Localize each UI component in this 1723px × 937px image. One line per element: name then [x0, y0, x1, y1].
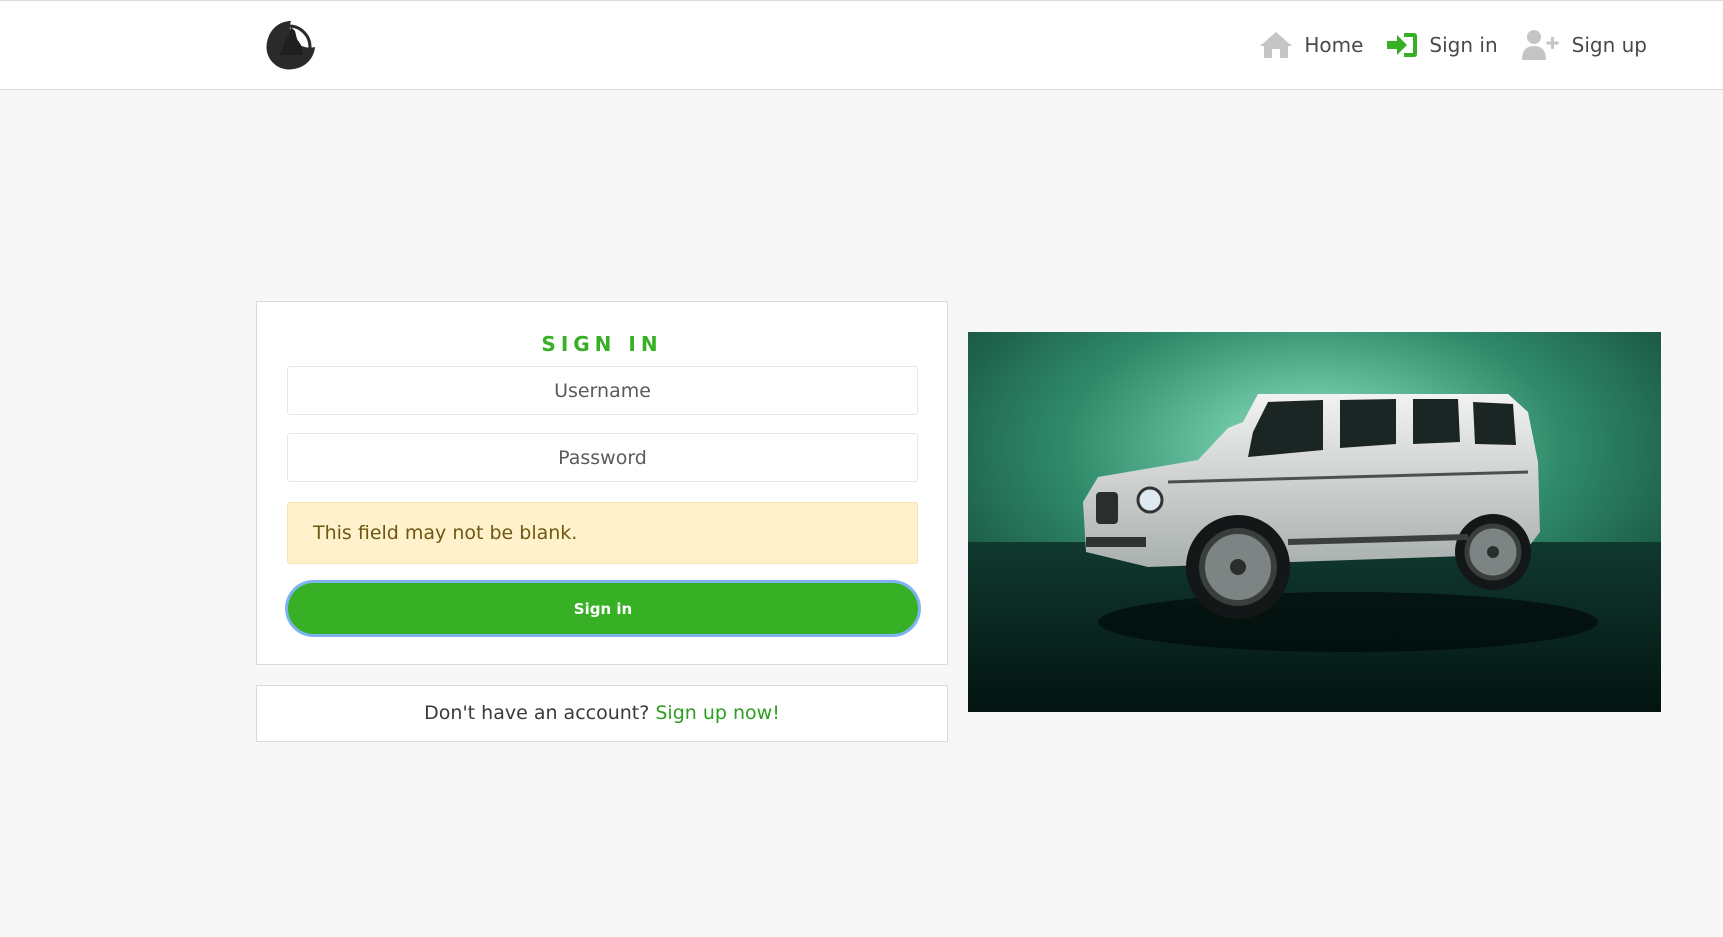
home-icon	[1260, 32, 1293, 58]
signin-title: SIGN IN	[541, 332, 663, 356]
signup-prompt-text: Don't have an account?	[424, 702, 650, 724]
user-plus-icon	[1521, 30, 1559, 60]
signin-button[interactable]: Sign in	[288, 583, 918, 634]
hero-suv-image	[968, 332, 1661, 712]
password-input[interactable]	[287, 433, 918, 482]
signup-prompt-card: Don't have an account? Sign up now!	[256, 685, 948, 742]
nav-signup-label: Sign up	[1571, 33, 1647, 57]
logo-icon[interactable]	[261, 15, 321, 75]
navbar: Home Sign in Sign up	[0, 0, 1723, 90]
nav-signin-label: Sign in	[1429, 33, 1498, 57]
nav-home-label: Home	[1304, 33, 1364, 57]
nav-signup[interactable]: Sign up	[1520, 28, 1647, 62]
nav-home[interactable]: Home	[1258, 30, 1363, 60]
nav-links: Home Sign in Sign up	[1236, 25, 1647, 65]
username-input[interactable]	[287, 366, 918, 415]
signup-link[interactable]: Sign up now!	[655, 702, 779, 724]
validation-alert: This field may not be blank.	[287, 502, 918, 564]
signin-card: SIGN IN This field may not be blank. Sig…	[256, 301, 948, 665]
sign-in-icon	[1387, 33, 1418, 57]
nav-signin[interactable]: Sign in	[1385, 30, 1498, 60]
